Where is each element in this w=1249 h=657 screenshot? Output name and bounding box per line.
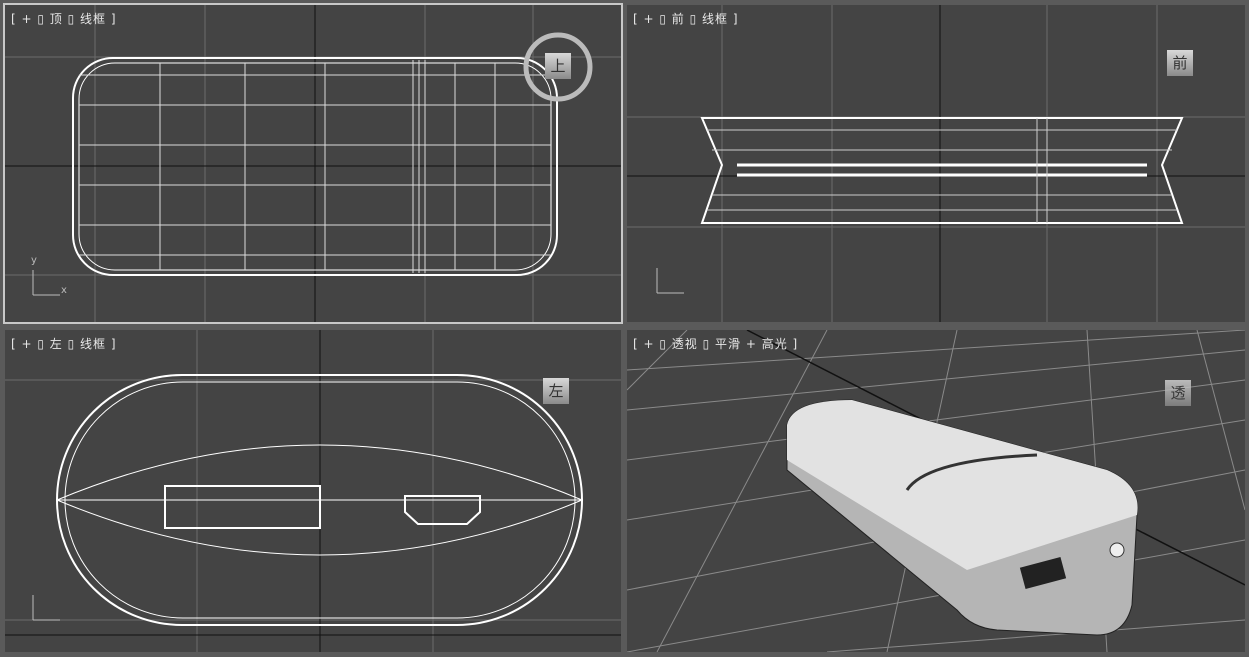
axis-y-label: y — [31, 255, 37, 266]
viewport-top[interactable]: 上 [ + ▯ 顶 ▯ 线框 ] y x — [3, 3, 623, 324]
viewcube[interactable]: 上 — [545, 53, 571, 79]
left-wireframe — [5, 330, 621, 652]
viewport-label[interactable]: [ + ▯ 左 ▯ 线框 ] — [11, 335, 117, 352]
viewport-front[interactable]: 前 [ + ▯ 前 ▯ 线框 ] — [627, 5, 1245, 322]
viewport-perspective[interactable]: 透 [ + ▯ 透视 ▯ 平滑 + 高光 ] — [627, 330, 1245, 652]
top-wireframe — [5, 5, 621, 322]
viewcube[interactable]: 透 — [1165, 380, 1191, 406]
viewcube[interactable]: 左 — [543, 378, 569, 404]
viewport-label[interactable]: [ + ▯ 前 ▯ 线框 ] — [633, 10, 739, 27]
viewcube[interactable]: 前 — [1167, 50, 1193, 76]
axis-x-label: x — [61, 285, 67, 296]
viewport-label[interactable]: [ + ▯ 透视 ▯ 平滑 + 高光 ] — [633, 335, 798, 352]
viewport-left[interactable]: 左 [ + ▯ 左 ▯ 线框 ] — [5, 330, 621, 652]
viewport-label[interactable]: [ + ▯ 顶 ▯ 线框 ] — [11, 10, 117, 27]
perspective-shaded-model — [627, 330, 1245, 652]
front-wireframe — [627, 5, 1245, 322]
